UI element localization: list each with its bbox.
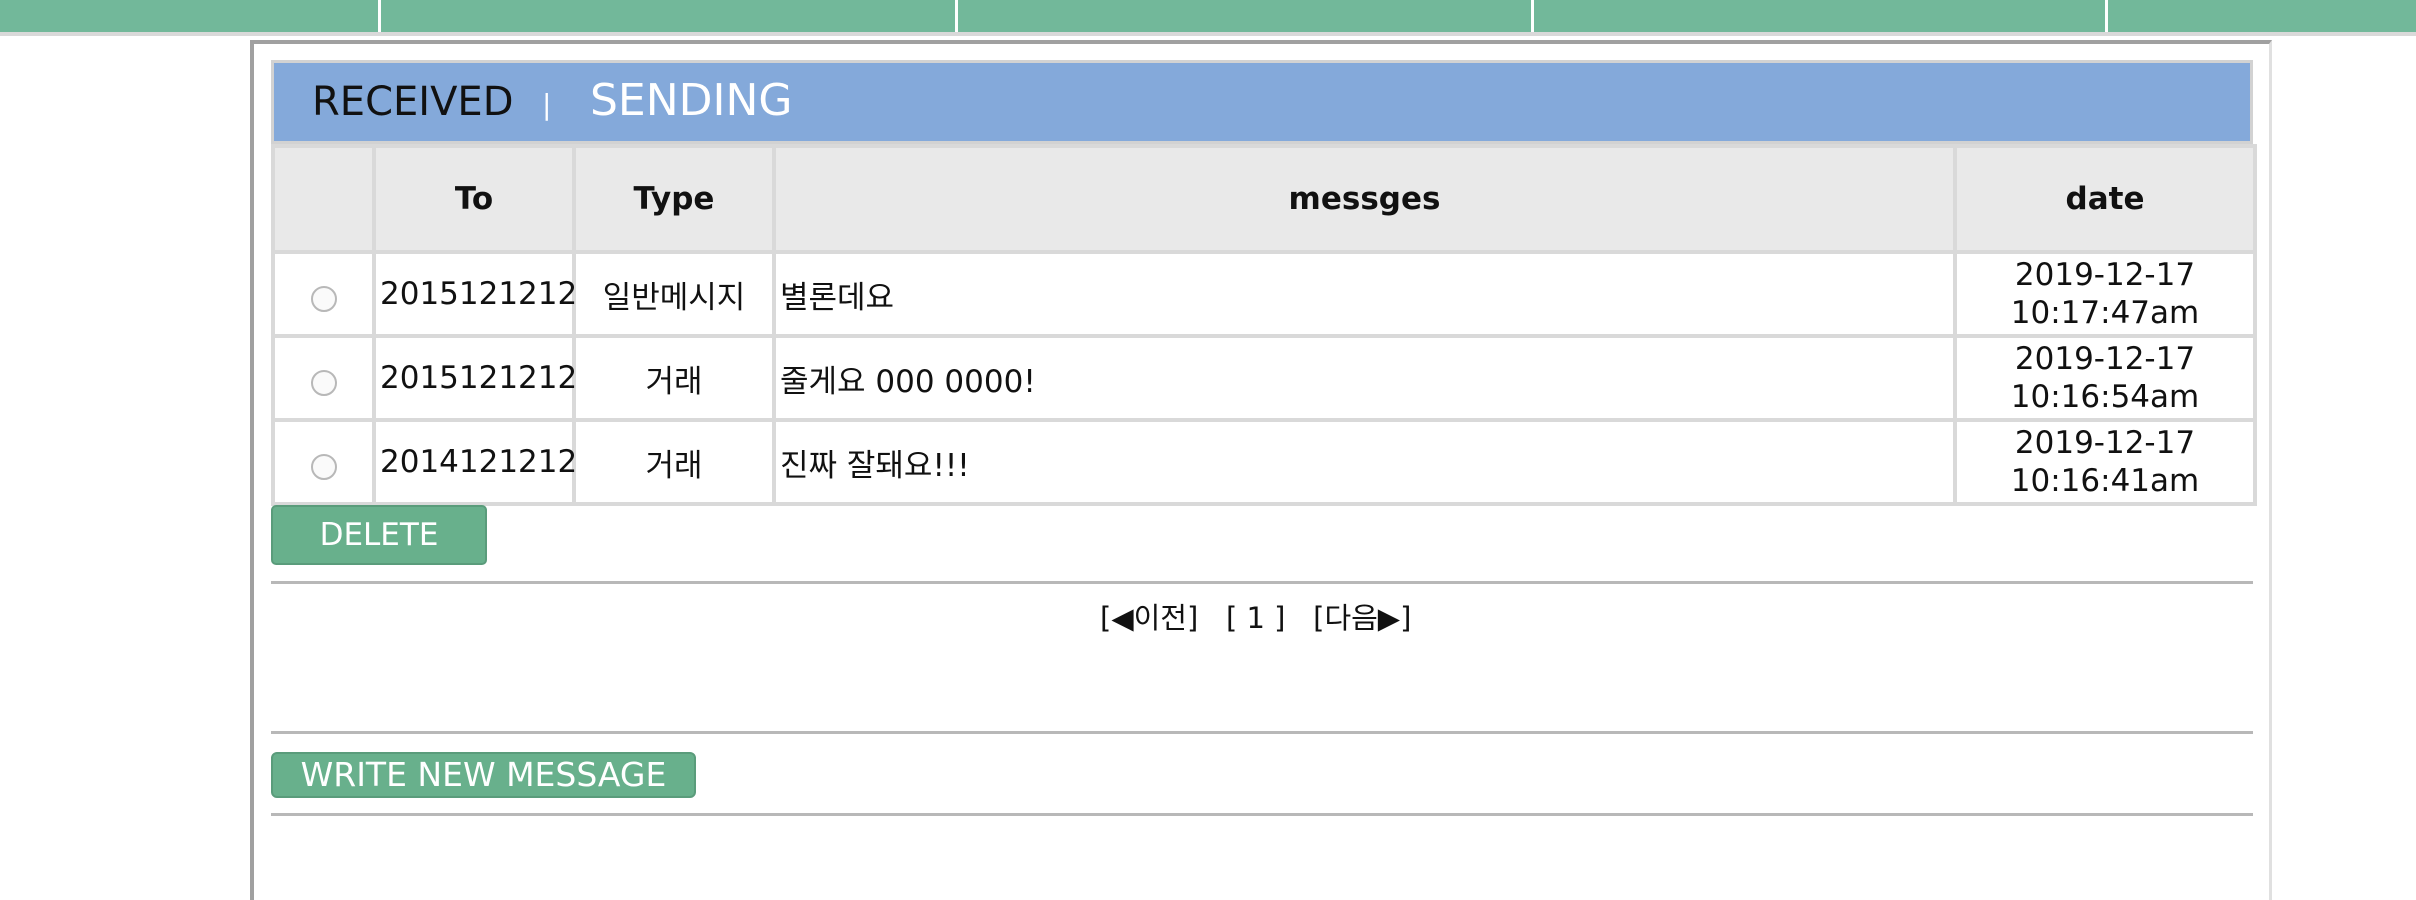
table-row: 2015121212 거래 줄게요 000 0000! 2019-12-17 10… — [271, 334, 2257, 422]
nav-separator — [378, 0, 381, 32]
header-messages: messges — [772, 144, 1957, 254]
date-cell: 2019-12-17 10:17:47am — [1953, 250, 2257, 338]
type-cell: 일반메시지 — [572, 250, 776, 338]
tab-sending[interactable]: SENDING — [590, 75, 793, 127]
tab-received[interactable]: RECEIVED — [312, 77, 514, 127]
date-text: 2019-12-17 — [2014, 257, 2196, 293]
date-text: 2019-12-17 — [2014, 341, 2196, 377]
divider — [271, 581, 2253, 584]
type-cell: 거래 — [572, 418, 776, 506]
time-text: 10:16:54am — [2010, 379, 2200, 415]
message-table: To Type messges date 2015121212 일반메시지 별론… — [271, 144, 2257, 506]
header-date: date — [1953, 144, 2257, 254]
date-cell: 2019-12-17 10:16:41am — [1953, 418, 2257, 506]
row-select-radio[interactable] — [310, 369, 337, 396]
recipient-cell: 2014121212 — [372, 418, 577, 506]
row-select-radio[interactable] — [310, 453, 337, 480]
row-select-cell — [271, 418, 376, 506]
delete-button[interactable]: DELETE — [271, 505, 487, 565]
pagination-current-page[interactable]: [ 1 ] — [1226, 601, 1286, 635]
time-text: 10:16:41am — [2010, 463, 2200, 499]
nav-separator — [2105, 0, 2108, 32]
row-select-cell — [271, 250, 376, 338]
date-cell: 2019-12-17 10:16:54am — [1953, 334, 2257, 422]
message-tab-header: RECEIVED | SENDING — [271, 60, 2253, 144]
table-row: 2015121212 일반메시지 별론데요 2019-12-17 10:17:47… — [271, 250, 2257, 338]
row-select-cell — [271, 334, 376, 422]
header-type: Type — [572, 144, 776, 254]
pagination-next[interactable]: [다음▶] — [1313, 601, 1411, 635]
recipient-cell: 2015121212 — [372, 250, 577, 338]
message-cell[interactable]: 별론데요 — [772, 250, 1957, 338]
message-cell[interactable]: 줄게요 000 0000! — [772, 334, 1957, 422]
header-select — [271, 144, 376, 254]
tab-divider: | — [542, 88, 552, 121]
pagination-prev[interactable]: [◀이전] — [1100, 601, 1198, 635]
table-row: 2014121212 거래 진짜 잘돼요!!! 2019-12-17 10:16:… — [271, 418, 2257, 506]
message-cell[interactable]: 진짜 잘돼요!!! — [772, 418, 1957, 506]
nav-separator — [1531, 0, 1534, 32]
recipient-cell: 2015121212 — [372, 334, 577, 422]
divider — [271, 813, 2253, 816]
top-navigation-bar — [0, 0, 2416, 36]
divider — [271, 731, 2253, 734]
time-text: 10:17:47am — [2010, 295, 2200, 331]
date-text: 2019-12-17 — [2014, 425, 2196, 461]
pagination: [◀이전] [ 1 ] [다음▶] — [1100, 598, 1420, 638]
row-select-radio[interactable] — [310, 285, 337, 312]
header-to: To — [372, 144, 576, 254]
write-new-message-button[interactable]: WRITE NEW MESSAGE — [271, 752, 696, 798]
table-header-row: To Type messges date — [271, 144, 2257, 254]
type-cell: 거래 — [572, 334, 776, 422]
nav-separator — [955, 0, 958, 32]
